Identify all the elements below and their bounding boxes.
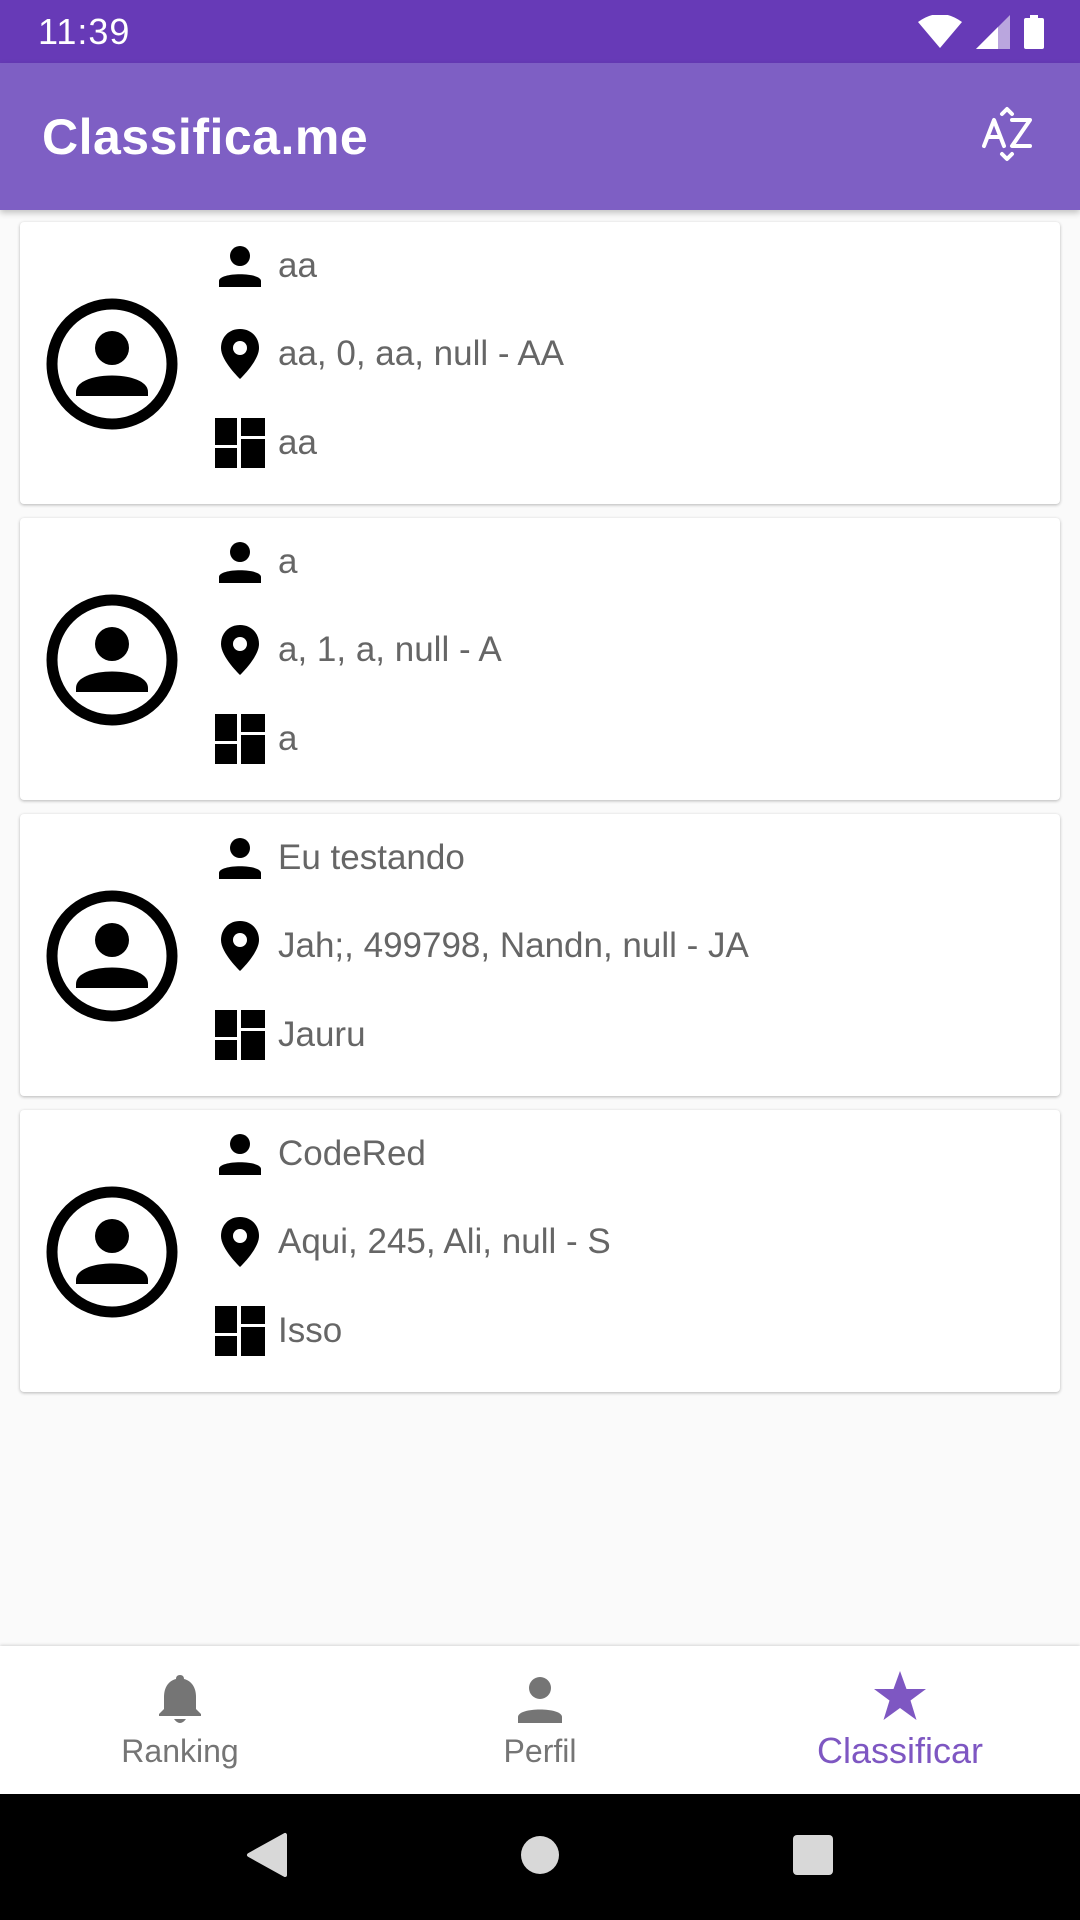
sort-alphabetical-icon bbox=[980, 106, 1036, 167]
person-icon bbox=[210, 1124, 270, 1184]
signal-icon bbox=[976, 14, 1010, 49]
establishment-category: Jauru bbox=[278, 1015, 366, 1054]
name-row: CodeRed bbox=[210, 1124, 426, 1184]
home-button[interactable] bbox=[500, 1817, 580, 1897]
location-pin-icon bbox=[210, 916, 270, 976]
person-icon bbox=[210, 532, 270, 592]
bell-icon bbox=[152, 1671, 208, 1727]
avatar-icon bbox=[46, 1186, 178, 1318]
person-icon bbox=[210, 236, 270, 296]
establishment-card[interactable]: CodeRed Aqui, 245, Ali, null - S Isso bbox=[20, 1110, 1060, 1392]
person-icon bbox=[512, 1671, 568, 1727]
establishment-address: Aqui, 245, Ali, null - S bbox=[278, 1222, 611, 1261]
establishment-list: aa aa, 0, aa, null - AA aa a a, 1, a, null -… bbox=[20, 222, 1060, 1406]
avatar-icon bbox=[46, 890, 178, 1022]
establishment-name: Eu testando bbox=[278, 838, 465, 877]
category-row: aa bbox=[210, 413, 317, 473]
wifi-icon bbox=[918, 14, 962, 49]
establishment-name: a bbox=[278, 542, 298, 581]
establishment-address: a, 1, a, null - A bbox=[278, 630, 502, 669]
category-row: Jauru bbox=[210, 1005, 366, 1065]
establishment-category: a bbox=[278, 719, 298, 758]
name-row: Eu testando bbox=[210, 828, 465, 888]
app-bar: Classifica.me bbox=[0, 63, 1080, 210]
establishment-card[interactable]: Eu testando Jah;, 499798, Nandn, null - J… bbox=[20, 814, 1060, 1096]
battery-icon bbox=[1024, 14, 1044, 49]
nav-label-classificar: Classificar bbox=[816, 1730, 984, 1771]
establishment-card[interactable]: a a, 1, a, null - A a bbox=[20, 518, 1060, 800]
establishment-category: Isso bbox=[278, 1311, 343, 1350]
dashboard-icon bbox=[210, 1301, 270, 1361]
status-time: 11:39 bbox=[38, 10, 131, 52]
avatar-icon bbox=[46, 594, 178, 726]
establishment-name: CodeRed bbox=[278, 1134, 426, 1173]
sort-alphabetical-button[interactable] bbox=[972, 101, 1044, 173]
dashboard-icon bbox=[210, 709, 270, 769]
address-row: Jah;, 499798, Nandn, null - JA bbox=[210, 916, 749, 976]
category-row: a bbox=[210, 709, 297, 769]
system-navigation-bar bbox=[0, 1794, 1080, 1920]
star-icon bbox=[872, 1668, 928, 1724]
person-icon bbox=[210, 828, 270, 888]
back-triangle-icon bbox=[245, 1831, 289, 1884]
establishment-address: Jah;, 499798, Nandn, null - JA bbox=[278, 926, 749, 965]
establishment-name: aa bbox=[278, 246, 317, 285]
establishment-card[interactable]: aa aa, 0, aa, null - AA aa bbox=[20, 222, 1060, 504]
status-icons bbox=[918, 14, 1044, 49]
location-pin-icon bbox=[210, 620, 270, 680]
nav-label-ranking: Ranking bbox=[121, 1732, 239, 1769]
dashboard-icon bbox=[210, 1005, 270, 1065]
address-row: aa, 0, aa, null - AA bbox=[210, 324, 564, 384]
nav-item-classificar[interactable]: Classificar bbox=[720, 1646, 1080, 1794]
location-pin-icon bbox=[210, 324, 270, 384]
recents-button[interactable] bbox=[773, 1817, 853, 1897]
address-row: a, 1, a, null - A bbox=[210, 620, 502, 680]
nav-item-ranking[interactable]: Ranking bbox=[0, 1646, 360, 1794]
app-title: Classifica.me bbox=[42, 108, 369, 165]
bottom-navigation: Ranking Perfil Classificar bbox=[0, 1646, 1080, 1794]
name-row: aa bbox=[210, 236, 317, 296]
recents-square-icon bbox=[792, 1834, 834, 1881]
category-row: Isso bbox=[210, 1301, 342, 1361]
avatar-icon bbox=[46, 298, 178, 430]
back-button[interactable] bbox=[227, 1817, 307, 1897]
address-row: Aqui, 245, Ali, null - S bbox=[210, 1212, 611, 1272]
screen: 11:39 Classifica.me aa aa, 0, aa, null -… bbox=[0, 0, 1080, 1920]
nav-label-perfil: Perfil bbox=[503, 1732, 577, 1769]
nav-item-perfil[interactable]: Perfil bbox=[360, 1646, 720, 1794]
establishment-category: aa bbox=[278, 423, 317, 462]
location-pin-icon bbox=[210, 1212, 270, 1272]
dashboard-icon bbox=[210, 413, 270, 473]
establishment-address: aa, 0, aa, null - AA bbox=[278, 334, 565, 373]
status-bar: 11:39 bbox=[0, 0, 1080, 63]
home-circle-icon bbox=[520, 1835, 560, 1880]
name-row: a bbox=[210, 532, 297, 592]
